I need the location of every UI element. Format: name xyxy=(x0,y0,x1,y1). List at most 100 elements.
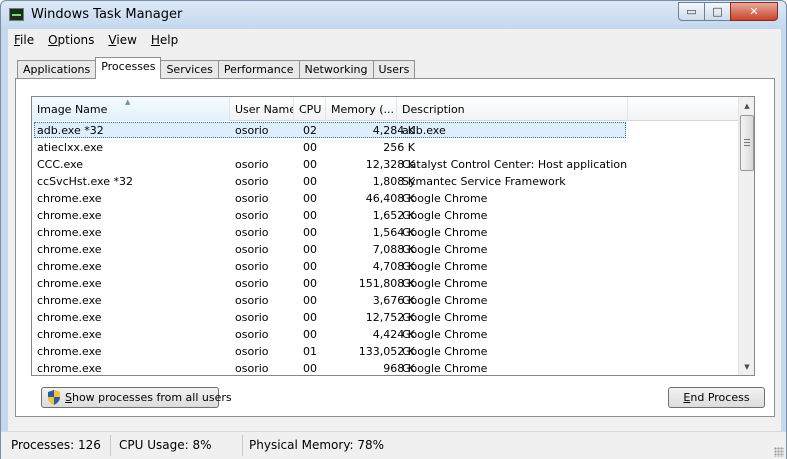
description-cell: Google Chrome xyxy=(402,226,488,239)
cpu-cell: 00 xyxy=(303,192,317,205)
user-name-cell: osorio xyxy=(235,362,269,375)
table-row[interactable]: chrome.exe osorio 00 3,676 K Google Chrome xyxy=(32,292,738,309)
cpu-cell: 00 xyxy=(303,362,317,375)
scroll-down-icon[interactable]: ▼ xyxy=(739,358,754,375)
close-button[interactable]: ✕ xyxy=(730,2,778,21)
cpu-cell: 00 xyxy=(303,328,317,341)
image-name-cell: chrome.exe xyxy=(37,260,102,273)
column-header-memory[interactable]: Memory (... xyxy=(326,97,397,121)
user-name-cell: osorio xyxy=(235,175,269,188)
client-area: Applications Processes Services Performa… xyxy=(8,51,781,431)
image-name-cell: chrome.exe xyxy=(37,294,102,307)
image-name-cell: chrome.exe xyxy=(37,209,102,222)
cpu-cell: 01 xyxy=(303,345,317,358)
table-row[interactable]: ccSvcHst.exe *32 osorio 00 1,808 K Symantec … xyxy=(32,173,738,190)
table-row[interactable]: chrome.exe osorio 01 133,052 K Google Chrome xyxy=(32,343,738,360)
processes-panel: Image Name ▲ User Name CPU Memory (... D… xyxy=(15,78,775,417)
user-name-cell: osorio xyxy=(235,277,269,290)
process-rows: adb.exe *32 osorio 02 4,284 Kadb.exe atieclx… xyxy=(32,122,738,375)
table-row[interactable]: chrome.exe osorio 00 151,808 K Google Chrome xyxy=(32,275,738,292)
column-header-image-name[interactable]: Image Name ▲ xyxy=(32,97,230,121)
column-header-cpu[interactable]: CPU xyxy=(294,97,326,121)
table-row[interactable]: atieclxx.exe 00 256 K xyxy=(32,139,738,156)
description-cell: Google Chrome xyxy=(402,243,488,256)
uac-shield-icon xyxy=(47,390,61,405)
tab-strip: Applications Processes Services Performa… xyxy=(17,57,416,79)
user-name-cell: osorio xyxy=(235,226,269,239)
image-name-cell: chrome.exe xyxy=(37,328,102,341)
user-name-cell: osorio xyxy=(235,328,269,341)
memory-cell: 256 K xyxy=(383,141,415,154)
cpu-cell: 02 xyxy=(303,124,317,137)
menu-help[interactable]: Help xyxy=(151,33,178,47)
cpu-cell: 00 xyxy=(303,311,317,324)
table-row[interactable]: chrome.exe osorio 00 46,408 K Google Chrome xyxy=(32,190,738,207)
minimize-button[interactable]: ▭ xyxy=(678,2,705,21)
scroll-up-icon[interactable]: ▲ xyxy=(739,97,754,114)
maximize-button[interactable]: □ xyxy=(704,2,731,21)
vertical-scrollbar[interactable]: ▲ ▼ xyxy=(738,97,754,375)
user-name-cell: osorio xyxy=(235,243,269,256)
window-title: Windows Task Manager xyxy=(31,7,183,22)
description-cell: Google Chrome xyxy=(402,362,488,375)
status-processes: Processes: 126 xyxy=(7,435,111,456)
column-header-user-name[interactable]: User Name xyxy=(230,97,294,121)
tab-networking[interactable]: Networking xyxy=(298,60,374,79)
cpu-cell: 00 xyxy=(303,226,317,239)
table-row[interactable]: chrome.exe osorio 00 968 K Google Chrome xyxy=(32,360,738,375)
description-cell: adb.exe xyxy=(402,124,446,137)
description-cell: Google Chrome xyxy=(402,277,488,290)
table-row[interactable]: chrome.exe osorio 00 4,424 K Google Chrome xyxy=(32,326,738,343)
table-row[interactable]: chrome.exe osorio 00 1,652 K Google Chrome xyxy=(32,207,738,224)
image-name-cell: chrome.exe xyxy=(37,345,102,358)
status-physical-memory: Physical Memory: 78% xyxy=(249,438,385,452)
description-cell: Google Chrome xyxy=(402,192,488,205)
user-name-cell: osorio xyxy=(235,158,269,171)
image-name-cell: chrome.exe xyxy=(37,243,102,256)
tab-users[interactable]: Users xyxy=(372,60,416,79)
task-manager-window: Windows Task Manager ▭ □ ✕ File Options … xyxy=(0,0,787,459)
tab-services[interactable]: Services xyxy=(160,60,219,79)
status-bar: Processes: 126 CPU Usage: 8% Physical Me… xyxy=(1,431,786,459)
menu-options[interactable]: Options xyxy=(48,33,94,47)
tab-performance[interactable]: Performance xyxy=(217,60,300,79)
menu-file[interactable]: File xyxy=(14,33,34,47)
cpu-cell: 00 xyxy=(303,141,317,154)
show-all-users-button[interactable]: Show processes from all users xyxy=(41,387,232,408)
user-name-cell: osorio xyxy=(235,311,269,324)
menu-view[interactable]: View xyxy=(108,33,136,47)
cpu-cell: 00 xyxy=(303,158,317,171)
scroll-thumb[interactable] xyxy=(740,115,754,171)
table-row[interactable]: chrome.exe osorio 00 12,752 K Google Chrome xyxy=(32,309,738,326)
maximize-icon: □ xyxy=(712,5,723,18)
cpu-cell: 00 xyxy=(303,260,317,273)
table-row[interactable]: chrome.exe osorio 00 7,088 K Google Chrome xyxy=(32,241,738,258)
table-row[interactable]: chrome.exe osorio 00 1,564 K Google Chrome xyxy=(32,224,738,241)
image-name-cell: adb.exe *32 xyxy=(37,124,104,137)
end-process-button[interactable]: End Process xyxy=(668,387,765,408)
image-name-cell: CCC.exe xyxy=(37,158,84,171)
status-cpu-usage: CPU Usage: 8% xyxy=(115,435,243,456)
image-name-cell: chrome.exe xyxy=(37,311,102,324)
scroll-grip-icon xyxy=(744,139,750,146)
description-cell: Google Chrome xyxy=(402,328,488,341)
table-row[interactable]: CCC.exe osorio 00 12,328 K Catalyst Control … xyxy=(32,156,738,173)
tab-applications[interactable]: Applications xyxy=(17,60,97,79)
menu-bar: File Options View Help xyxy=(8,29,781,51)
user-name-cell: osorio xyxy=(235,192,269,205)
resize-grip-icon[interactable] xyxy=(774,447,784,457)
task-manager-app-icon xyxy=(9,8,24,21)
title-bar[interactable]: Windows Task Manager ▭ □ ✕ xyxy=(1,1,786,29)
cpu-cell: 00 xyxy=(303,277,317,290)
tab-processes[interactable]: Processes xyxy=(95,57,162,79)
table-row[interactable]: chrome.exe osorio 00 4,708 K Google Chrome xyxy=(32,258,738,275)
description-cell: Google Chrome xyxy=(402,345,488,358)
image-name-cell: atieclxx.exe xyxy=(37,141,104,154)
description-cell: Google Chrome xyxy=(402,209,488,222)
image-name-cell: chrome.exe xyxy=(37,277,102,290)
table-row[interactable]: adb.exe *32 osorio 02 4,284 Kadb.exe xyxy=(32,122,738,139)
process-list[interactable]: Image Name ▲ User Name CPU Memory (... D… xyxy=(31,96,755,376)
image-name-cell: chrome.exe xyxy=(37,226,102,239)
description-cell: Symantec Service Framework xyxy=(402,175,566,188)
column-header-description[interactable]: Description xyxy=(397,97,628,121)
